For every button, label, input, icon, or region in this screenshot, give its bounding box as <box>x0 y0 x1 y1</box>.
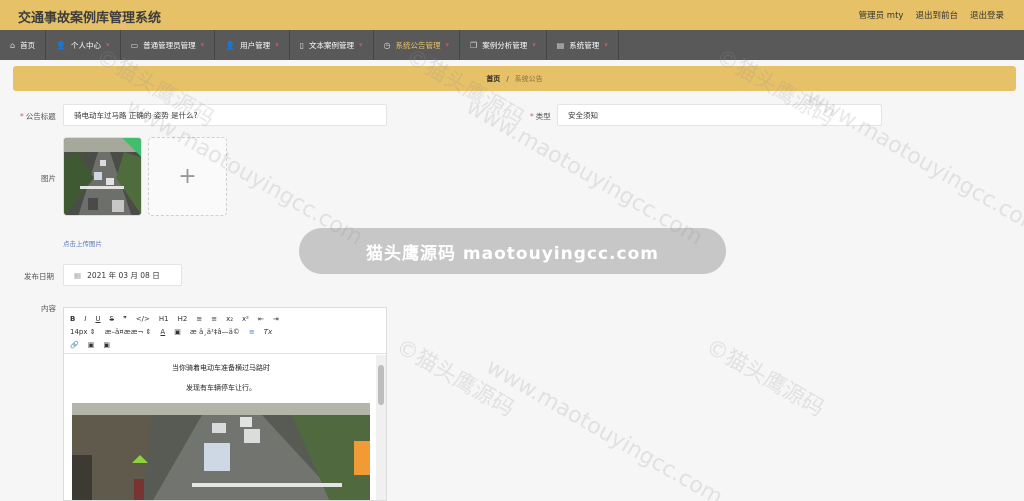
copy-icon: ❐ <box>470 40 478 50</box>
title-label: * 公告标题 <box>20 112 56 121</box>
nav-item-system-management[interactable]: ▤ 系统管理 ▾ <box>547 30 619 60</box>
code-button[interactable]: </> <box>136 315 150 323</box>
title-input[interactable]: 骑电动车过马路 正确的 姿势 是什么? <box>63 104 387 126</box>
editor-toolbar: B I U S ❞ </> H1 H2 ≡ ≡ x₂ x² ⇤ ⇥ 14px ⇕… <box>64 308 386 354</box>
chevron-down-icon: ▾ <box>275 41 279 49</box>
content-line-2: 发现有车辆停车让行。 <box>186 384 256 392</box>
phone-icon: ▯ <box>299 40 305 50</box>
superscript-button[interactable]: x² <box>242 315 249 323</box>
nav-item-label: 普通管理员管理 <box>143 40 196 50</box>
font-size-select[interactable]: 14px ⇕ <box>70 328 96 336</box>
user-icon: 👤 <box>56 40 67 50</box>
required-mark: * <box>20 112 24 121</box>
toolbar-row-3: 🔗 ▣ ▣ <box>70 338 380 351</box>
editor-scrollbar[interactable] <box>376 355 386 500</box>
back-to-front-link[interactable]: 退出到前台 <box>915 9 958 21</box>
date-value: 2021 年 03 月 08 日 <box>87 270 160 280</box>
content-label: 内容 <box>41 304 56 313</box>
background-color-button[interactable]: ▣ <box>174 328 181 336</box>
subscript-button[interactable]: x₂ <box>226 315 233 323</box>
chevron-down-icon: ▾ <box>359 41 363 49</box>
align-select[interactable]: æ ä¸ä¹‡â—ä© <box>190 328 240 336</box>
list-icon: ▤ <box>556 40 565 50</box>
h2-button[interactable]: H2 <box>178 315 188 323</box>
street-photo <box>64 138 141 215</box>
rich-text-editor[interactable]: B I U S ❞ </> H1 H2 ≡ ≡ x₂ x² ⇤ ⇥ 14px ⇕… <box>63 307 387 501</box>
align-center-button[interactable]: ≡ <box>249 328 255 336</box>
nav-item-label: 系统公告管理 <box>395 40 441 50</box>
user-icon: 👤 <box>225 40 236 50</box>
toolbar-row-1: B I U S ❞ </> H1 H2 ≡ ≡ x₂ x² ⇤ ⇥ <box>70 312 380 325</box>
italic-button[interactable]: I <box>84 315 86 323</box>
bold-button[interactable]: B <box>70 315 75 323</box>
image-icon[interactable]: ▣ <box>88 341 95 349</box>
chevron-down-icon: ▾ <box>445 41 450 49</box>
upload-hint[interactable]: 点击上传图片 <box>63 238 102 248</box>
clock-icon: ◷ <box>383 40 391 50</box>
date-label: 发布日期 <box>24 272 54 281</box>
clear-format-button[interactable]: Tx <box>264 328 272 336</box>
calendar-icon: ▦ <box>74 270 82 280</box>
breadcrumb: 首页 / 系统公告 <box>13 66 1016 91</box>
chevron-down-icon: ▾ <box>532 41 536 49</box>
quote-button[interactable]: ❞ <box>123 315 127 323</box>
font-family-select[interactable]: æ–ä¤ææ¬ ⇕ <box>105 328 152 336</box>
breadcrumb-home[interactable]: 首页 <box>486 74 500 84</box>
content-image[interactable] <box>72 403 370 500</box>
ordered-list-button[interactable]: ≡ <box>196 315 202 323</box>
main-nav: ⌂ 首页 👤 个人中心 ▾ ▭ 普通管理员管理 ▾ 👤 用户管理 ▾ ▯ 文本案… <box>0 30 1024 60</box>
chat-icon: ▭ <box>130 40 139 50</box>
plus-icon: + <box>178 164 197 189</box>
editor-content[interactable]: 当你骑着电动车准备横过马路时 发现有车辆停车让行。 <box>64 355 378 500</box>
nav-item-case-analysis-management[interactable]: ❐ 案例分析管理 ▾ <box>460 30 547 60</box>
h1-button[interactable]: H1 <box>159 315 169 323</box>
nav-item-announcement-management[interactable]: ◷ 系统公告管理 ▾ <box>374 30 461 60</box>
chevron-down-icon: ▾ <box>106 41 110 49</box>
image-label: 图片 <box>41 174 56 183</box>
breadcrumb-current: 系统公告 <box>514 74 543 83</box>
indent-button[interactable]: ⇥ <box>273 315 279 323</box>
nav-item-personal-center[interactable]: 👤 个人中心 ▾ <box>46 30 121 60</box>
chevron-down-icon: ▾ <box>604 41 608 49</box>
nav-item-label: 系统管理 <box>569 40 600 50</box>
nav-item-label: 文本案例管理 <box>309 40 355 50</box>
watermark-banner: 猫头鹰源码 maotouyingcc.com <box>299 228 726 274</box>
scrollbar-thumb[interactable] <box>378 365 384 405</box>
chevron-down-icon: ▾ <box>200 41 205 49</box>
font-color-button[interactable]: A <box>160 328 165 336</box>
nav-item-label: 用户管理 <box>240 40 271 50</box>
outdent-button[interactable]: ⇤ <box>258 315 264 323</box>
type-input[interactable]: 安全须知 <box>557 104 882 126</box>
content-street-photo <box>72 403 370 500</box>
user-label: 管理员 mty <box>858 11 904 21</box>
breadcrumb-separator: / <box>506 74 509 83</box>
logout-link[interactable]: 退出登录 <box>970 9 1004 21</box>
type-label: * 类型 <box>530 112 551 121</box>
watermark-en: www.maotouyingcc.com <box>481 354 727 501</box>
strike-button[interactable]: S <box>110 315 114 323</box>
nav-item-text-case-management[interactable]: ▯ 文本案例管理 ▾ <box>290 30 374 60</box>
nav-item-label: 案例分析管理 <box>482 40 528 50</box>
nav-item-user-management[interactable]: 👤 用户管理 ▾ <box>215 30 290 60</box>
top-user-links: 管理员 mty 退出到前台 退出登录 <box>859 9 1004 21</box>
app-title: 交通事故案例库管理系统 <box>18 11 162 26</box>
uploaded-image[interactable] <box>63 137 142 216</box>
watermark-cn: ©猫头鹰源码 <box>701 334 829 422</box>
content-line-1: 当你骑着电动车准备横过马路时 <box>172 364 270 372</box>
nav-item-admin-management[interactable]: ▭ 普通管理员管理 ▾ <box>121 30 216 60</box>
add-image-button[interactable]: + <box>148 137 227 216</box>
home-icon: ⌂ <box>10 40 16 50</box>
nav-item-home[interactable]: ⌂ 首页 <box>0 30 47 60</box>
video-icon[interactable]: ▣ <box>103 341 110 349</box>
date-picker[interactable]: ▦ 2021 年 03 月 08 日 <box>63 264 182 286</box>
nav-item-label: 个人中心 <box>71 40 102 50</box>
required-mark: * <box>530 112 534 121</box>
bullet-list-button[interactable]: ≡ <box>211 315 217 323</box>
nav-item-label: 首页 <box>20 40 36 50</box>
underline-button[interactable]: U <box>95 315 100 323</box>
watermark-cn: ©猫头鹰源码 <box>391 334 519 422</box>
top-bar: 交通事故案例库管理系统 管理员 mty 退出到前台 退出登录 <box>0 0 1024 30</box>
toolbar-row-2: 14px ⇕ æ–ä¤ææ¬ ⇕ A ▣ æ ä¸ä¹‡â—ä© ≡ Tx <box>70 325 380 338</box>
link-icon[interactable]: 🔗 <box>70 341 79 349</box>
